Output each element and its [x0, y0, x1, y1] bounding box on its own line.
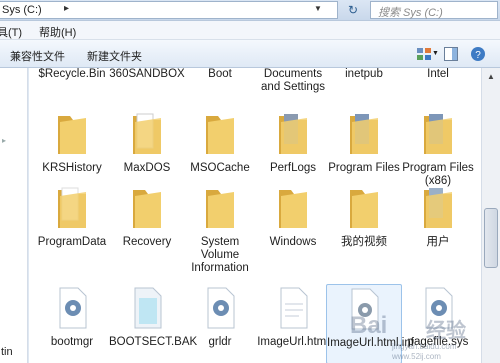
- system-file-icon: [59, 287, 87, 329]
- folder-icon: [424, 114, 452, 154]
- folder-item[interactable]: ProgramData: [34, 184, 110, 249]
- watermark-url: www.52ij.com: [392, 352, 441, 361]
- item-label: Recovery: [122, 236, 172, 248]
- item-label: 用户: [426, 236, 450, 248]
- item-label: KRSHistory: [42, 162, 102, 174]
- refresh-button[interactable]: ↻: [342, 1, 364, 19]
- folder-item[interactable]: 我的视频: [326, 184, 402, 249]
- navigation-pane[interactable]: ▸ tin: [0, 68, 28, 363]
- folder-item[interactable]: Documents and Settings: [255, 68, 331, 94]
- scroll-up-icon[interactable]: ▲: [482, 68, 500, 85]
- menu-bar: 工具(T) 帮助(H): [0, 21, 500, 40]
- breadcrumb-arrow-icon[interactable]: ▸: [64, 3, 69, 14]
- folder-item[interactable]: System Volume Information: [182, 184, 258, 275]
- folder-item[interactable]: 360SANDBOX: [109, 68, 185, 81]
- folder-icon: [279, 114, 307, 154]
- chevron-down-icon[interactable]: ▼: [314, 4, 322, 13]
- folder-item[interactable]: Boot: [182, 68, 258, 81]
- item-label: MaxDOS: [123, 162, 171, 174]
- system-file-icon: [207, 287, 235, 329]
- watermark-text: Bai: [350, 312, 388, 339]
- item-label: 360SANDBOX: [109, 68, 185, 80]
- address-bar: Sys (C:) ▸ ▼ ↻ 搜索 Sys (C:): [0, 0, 500, 21]
- file-item[interactable]: grldr: [182, 284, 258, 349]
- scroll-thumb[interactable]: [484, 208, 498, 268]
- item-label: Program Files: [328, 162, 400, 174]
- folder-icon: [206, 190, 234, 228]
- address-box[interactable]: Sys (C:) ▸ ▼: [0, 1, 338, 19]
- folder-icon: [424, 188, 452, 228]
- document-icon: [280, 287, 308, 329]
- item-label: inetpub: [345, 68, 383, 80]
- command-bar: 兼容性文件 新建文件夹 ▼ ?: [0, 40, 500, 68]
- folder-item[interactable]: Intel: [400, 68, 476, 81]
- folder-item[interactable]: PerfLogs: [255, 110, 331, 175]
- item-label: Windows: [269, 236, 317, 248]
- watermark-url: jingyan.baidu.com: [392, 342, 457, 351]
- preview-pane-icon[interactable]: [443, 46, 459, 62]
- folder-icon: [133, 113, 161, 154]
- file-item[interactable]: bootmgr: [34, 284, 110, 349]
- item-label: Boot: [208, 68, 232, 80]
- watermark-text: 经验: [426, 320, 466, 342]
- refresh-icon: ↻: [347, 3, 359, 17]
- item-label: grldr: [208, 336, 232, 348]
- folder-item[interactable]: 用户: [400, 184, 476, 249]
- address-path[interactable]: Sys (C:): [2, 4, 42, 16]
- folder-icon: [206, 116, 234, 154]
- file-item[interactable]: BOOTSECT.BAK: [109, 284, 198, 349]
- menu-tools[interactable]: 工具(T): [0, 24, 22, 40]
- watermark: Bai 经验 jingyan.baidu.com www.52ij.com: [322, 310, 500, 363]
- expand-icon[interactable]: ▸: [2, 136, 6, 145]
- file-item[interactable]: ImageUrl.html: [255, 284, 331, 349]
- folder-item[interactable]: MaxDOS: [109, 110, 185, 175]
- item-label: MSOCache: [190, 162, 250, 174]
- view-dropdown-icon[interactable]: ▼: [432, 50, 439, 57]
- nav-item[interactable]: tin: [1, 346, 13, 358]
- item-label: Documents and Settings: [261, 68, 325, 93]
- item-label: Intel: [427, 68, 449, 80]
- folder-item[interactable]: inetpub: [326, 68, 402, 81]
- folder-icon: [350, 114, 378, 154]
- folder-item[interactable]: Windows: [255, 184, 331, 249]
- item-label: ImageUrl.html: [257, 336, 329, 348]
- item-label: bootmgr: [50, 336, 94, 348]
- item-label: System Volume Information: [191, 236, 249, 274]
- new-folder-button[interactable]: 新建文件夹: [87, 48, 142, 64]
- item-label: ProgramData: [37, 236, 107, 248]
- folder-item[interactable]: Program Files (x86): [400, 110, 476, 188]
- search-input[interactable]: 搜索 Sys (C:): [370, 1, 498, 19]
- help-icon[interactable]: ?: [470, 46, 486, 62]
- item-label: 我的视频: [341, 236, 387, 248]
- folder-item[interactable]: $Recycle.Bin: [34, 68, 110, 81]
- item-label: BOOTSECT.BAK: [109, 336, 198, 348]
- folder-icon: [279, 190, 307, 228]
- folder-icon: [133, 190, 161, 228]
- view-options-icon[interactable]: [416, 46, 432, 62]
- folder-icon: [58, 187, 86, 228]
- compat-files-button[interactable]: 兼容性文件: [10, 48, 65, 64]
- search-placeholder: 搜索 Sys (C:): [378, 7, 443, 19]
- file-icon: [134, 287, 162, 329]
- folder-item[interactable]: Recovery: [109, 184, 185, 249]
- folder-icon: [350, 190, 378, 228]
- menu-help[interactable]: 帮助(H): [39, 24, 76, 40]
- folder-item[interactable]: Program Files: [326, 110, 402, 175]
- folder-icon: [58, 116, 86, 154]
- folder-item[interactable]: MSOCache: [182, 110, 258, 175]
- item-label: $Recycle.Bin: [38, 68, 106, 80]
- svg-text:?: ?: [475, 50, 481, 61]
- folder-item[interactable]: KRSHistory: [34, 110, 110, 175]
- item-label: PerfLogs: [269, 162, 317, 174]
